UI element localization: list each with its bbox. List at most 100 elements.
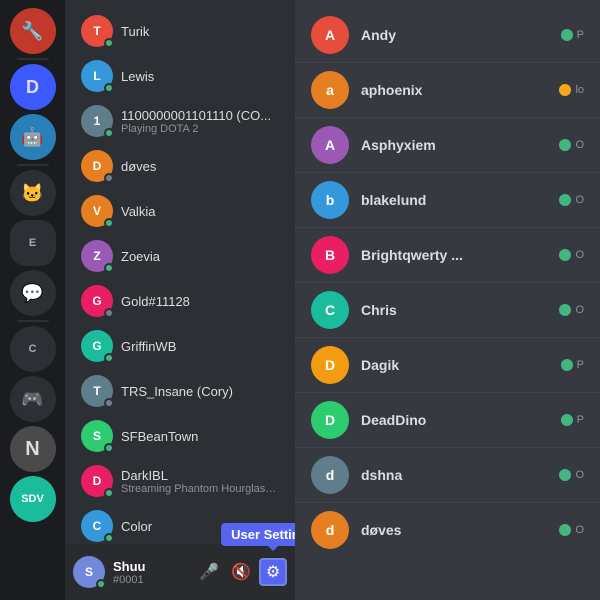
dm-name-2: 1100000001101110 (CO... [121,108,279,123]
dm-avatar-initial-7: G [92,339,101,353]
friend-name-2: Asphyxiem [361,137,559,153]
friend-item-2[interactable]: A Asphyxiem O [295,117,600,172]
friend-item-9[interactable]: d døves O [295,502,600,557]
dm-name-7: GriffinWB [121,339,279,354]
dm-avatar-initial-10: D [93,474,102,488]
dm-avatar-wrap-1: L [81,60,113,92]
friend-status-label-2: O [575,139,584,151]
dm-avatar-wrap-2: 1 [81,105,113,137]
friend-item-6[interactable]: D Dagik P [295,337,600,392]
friend-avatar-4: B [311,236,349,274]
user-status-dot [96,579,106,589]
settings-tooltip-wrap: User Settings ⚙ [259,558,287,586]
dm-sub-2: Playing DOTA 2 [121,123,279,135]
server-divider-2 [17,164,49,166]
mic-button[interactable]: 🎤 [195,558,223,586]
server-icon-9[interactable]: N [10,426,56,472]
friend-name-wrap-8: dshna [361,467,559,483]
dm-avatar-initial-0: T [93,24,100,38]
friend-status-2 [559,139,571,151]
dm-item-9[interactable]: S SFBeanTown [73,414,287,458]
friend-item-0[interactable]: A Andy P [295,8,600,62]
dm-avatar-wrap-9: S [81,420,113,452]
server-icon-2[interactable]: D [10,64,56,110]
server-icon-7[interactable]: C [10,326,56,372]
server-icon-6[interactable]: 💬 [10,270,56,316]
friend-name-4: Brightqwerty ... [361,247,559,263]
friend-status-1 [559,84,571,96]
dm-avatar-wrap-11: C [81,510,113,542]
dm-item-2[interactable]: 1 1100000001101110 (CO... Playing DOTA 2 [73,99,287,143]
dm-status-dot-7 [104,353,114,363]
server-icon-1[interactable]: 🔧 [10,8,56,54]
dm-avatar-initial-11: C [93,519,102,533]
friend-name-9: døves [361,522,559,538]
dm-item-1[interactable]: L Lewis [73,54,287,98]
friend-avatar-initial-4: B [325,247,335,263]
dm-item-0[interactable]: T Turik [73,9,287,53]
dm-item-8[interactable]: T TRS_Insane (Cory) [73,369,287,413]
dm-status-dot-0 [104,38,114,48]
dm-avatar-wrap-5: Z [81,240,113,272]
friend-status-label-8: O [575,469,584,481]
friend-name-wrap-4: Brightqwerty ... [361,247,559,263]
friend-status-7 [561,414,573,426]
dm-item-7[interactable]: G GriffinWB [73,324,287,368]
user-name: Shuu [113,559,187,574]
dm-sub-10: Streaming Phantom Hourglass w [121,483,279,495]
dm-avatar-wrap-6: G [81,285,113,317]
dm-avatar-initial-2: 1 [94,114,101,128]
dm-status-dot-2 [104,128,114,138]
dm-item-4[interactable]: V Valkia [73,189,287,233]
dm-info-4: Valkia [121,204,279,219]
friend-avatar-8: d [311,456,349,494]
friend-item-4[interactable]: B Brightqwerty ... O [295,227,600,282]
dm-avatar-initial-3: D [93,159,102,173]
dm-name-9: SFBeanTown [121,429,279,444]
dm-item-3[interactable]: D døves [73,144,287,188]
friend-avatar-2: A [311,126,349,164]
server-icon-8[interactable]: 🎮 [10,376,56,422]
dm-avatar-initial-6: G [92,294,101,308]
dm-avatar-wrap-3: D [81,150,113,182]
settings-button[interactable]: ⚙ [259,558,287,586]
user-info: Shuu #0001 [113,559,187,586]
friend-name-wrap-1: aphoenix [361,82,559,98]
friend-status-0 [561,29,573,41]
friend-avatar-5: C [311,291,349,329]
main-content: A Andy P a aphoenix lo A Asphyxiem [295,0,600,600]
server-icon-5[interactable]: E [10,220,56,266]
dm-status-dot-1 [104,83,114,93]
server-icon-4[interactable]: 🐱 [10,170,56,216]
dm-name-0: Turik [121,24,279,39]
friend-item-1[interactable]: a aphoenix lo [295,62,600,117]
deafen-button[interactable]: 🔇 [227,558,255,586]
friend-item-8[interactable]: d dshna O [295,447,600,502]
server-sidebar: 🔧 D🤖 🐱E💬 C🎮NSDV [0,0,65,600]
dm-item-6[interactable]: G Gold#11128 [73,279,287,323]
dm-status-dot-11 [104,533,114,543]
user-avatar: S [73,556,105,588]
friend-name-5: Chris [361,302,559,318]
dm-name-8: TRS_Insane (Cory) [121,384,279,399]
dm-item-11[interactable]: C Color [73,504,287,544]
friend-name-wrap-0: Andy [361,27,561,43]
friend-item-5[interactable]: C Chris O [295,282,600,337]
dm-avatar-initial-5: Z [93,249,100,263]
dm-status-dot-9 [104,443,114,453]
friend-avatar-9: d [311,511,349,549]
dm-avatar-wrap-4: V [81,195,113,227]
dm-info-10: DarkIBL Streaming Phantom Hourglass w [121,468,279,495]
user-controls: 🎤 🔇 User Settings ⚙ [195,558,287,586]
server-icon-10[interactable]: SDV [10,476,56,522]
dm-item-5[interactable]: Z Zoevia [73,234,287,278]
friend-avatar-initial-9: d [326,522,335,538]
friend-item-3[interactable]: b blakelund O [295,172,600,227]
user-area: S Shuu #0001 🎤 🔇 User Settings ⚙ [65,544,295,600]
friend-avatar-initial-2: A [325,137,335,153]
dm-item-10[interactable]: D DarkIBL Streaming Phantom Hourglass w [73,459,287,503]
server-icon-3[interactable]: 🤖 [10,114,56,160]
friend-avatar-initial-5: C [325,302,335,318]
friend-item-7[interactable]: D DeadDino P [295,392,600,447]
dm-info-7: GriffinWB [121,339,279,354]
